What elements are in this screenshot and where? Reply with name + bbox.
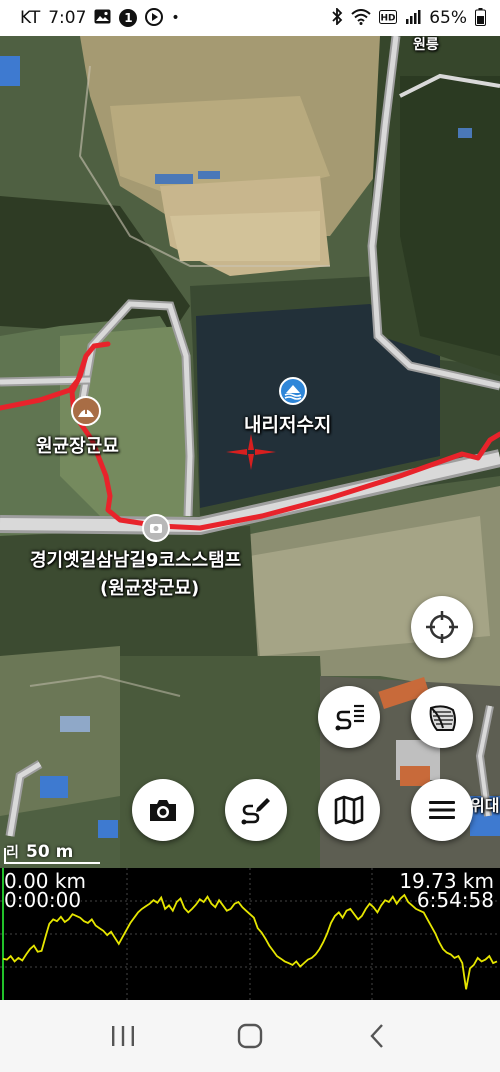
tomb-label: 원균장군묘 [36,436,119,457]
start-time: 0:00:00 [4,888,82,912]
notification-count-badge: 1 [119,9,138,27]
status-left: KT 7:07 1 • [20,7,180,29]
scale-side-text: 리 [6,845,19,861]
stamp-label-line2: (원균장군묘) [100,578,200,599]
map-view[interactable]: 원릉 내리저수지 원균장군묘 경기옛길삼남길9코스스탬프 (원균장군묘) 위대 … [0,36,500,868]
track-list-button[interactable] [318,686,380,748]
scale-bar: 리 50 m [0,842,104,866]
map-icon [334,795,364,825]
my-location-button[interactable] [411,596,473,658]
camera-button[interactable] [132,779,194,841]
more-notifications-dot: • [171,10,180,26]
home-icon [237,1023,263,1049]
reservoir-poi-icon[interactable] [279,377,307,405]
status-right: HD 65% [331,6,486,29]
battery-icon [475,7,486,29]
home-button[interactable] [220,1012,280,1060]
camera-icon [150,800,176,821]
status-bar: KT 7:07 1 • HD 65% [0,0,500,36]
map-center-crosshair [226,434,276,470]
carrier-label: KT [20,8,41,28]
crosshair-icon [426,611,458,643]
tomb-poi-icon[interactable] [71,396,101,426]
play-icon [145,7,164,29]
back-icon [370,1024,383,1048]
back-button[interactable] [347,1012,407,1060]
route-list-icon [335,704,364,731]
bluetooth-icon [331,6,343,28]
elevation-profile-panel[interactable]: 0.00 km 0:00:00 19.73 km 6:54:58 [0,868,500,1000]
stamp-poi-icon[interactable] [142,514,170,542]
recents-button[interactable] [93,1012,153,1060]
recents-icon [112,1026,135,1046]
layers-button[interactable] [411,686,473,748]
draw-route-icon [241,798,270,825]
gallery-icon [94,9,111,27]
clock: 7:07 [48,8,87,28]
scale-label: 50 m [26,842,74,862]
map-button[interactable] [318,779,380,841]
road-label-top: 원릉 [413,37,439,53]
battery-percent: 65% [429,8,467,28]
stamp-label-line1: 경기옛길삼남길9코스스탬프 [30,550,242,571]
end-time: 6:54:58 [416,888,494,912]
place-label-right: 위대 [470,796,500,815]
wifi-icon [351,8,371,28]
scale-line [6,862,100,864]
hamburger-menu-icon [429,801,455,819]
reservoir-label: 내리저수지 [244,414,332,436]
menu-button[interactable] [411,779,473,841]
svg-text:HD: HD [381,13,396,23]
hd-icon: HD [379,9,398,27]
signal-icon [405,9,421,27]
system-navigation-bar [0,1000,500,1072]
draw-route-button[interactable] [225,779,287,841]
layers-icon [429,705,456,731]
